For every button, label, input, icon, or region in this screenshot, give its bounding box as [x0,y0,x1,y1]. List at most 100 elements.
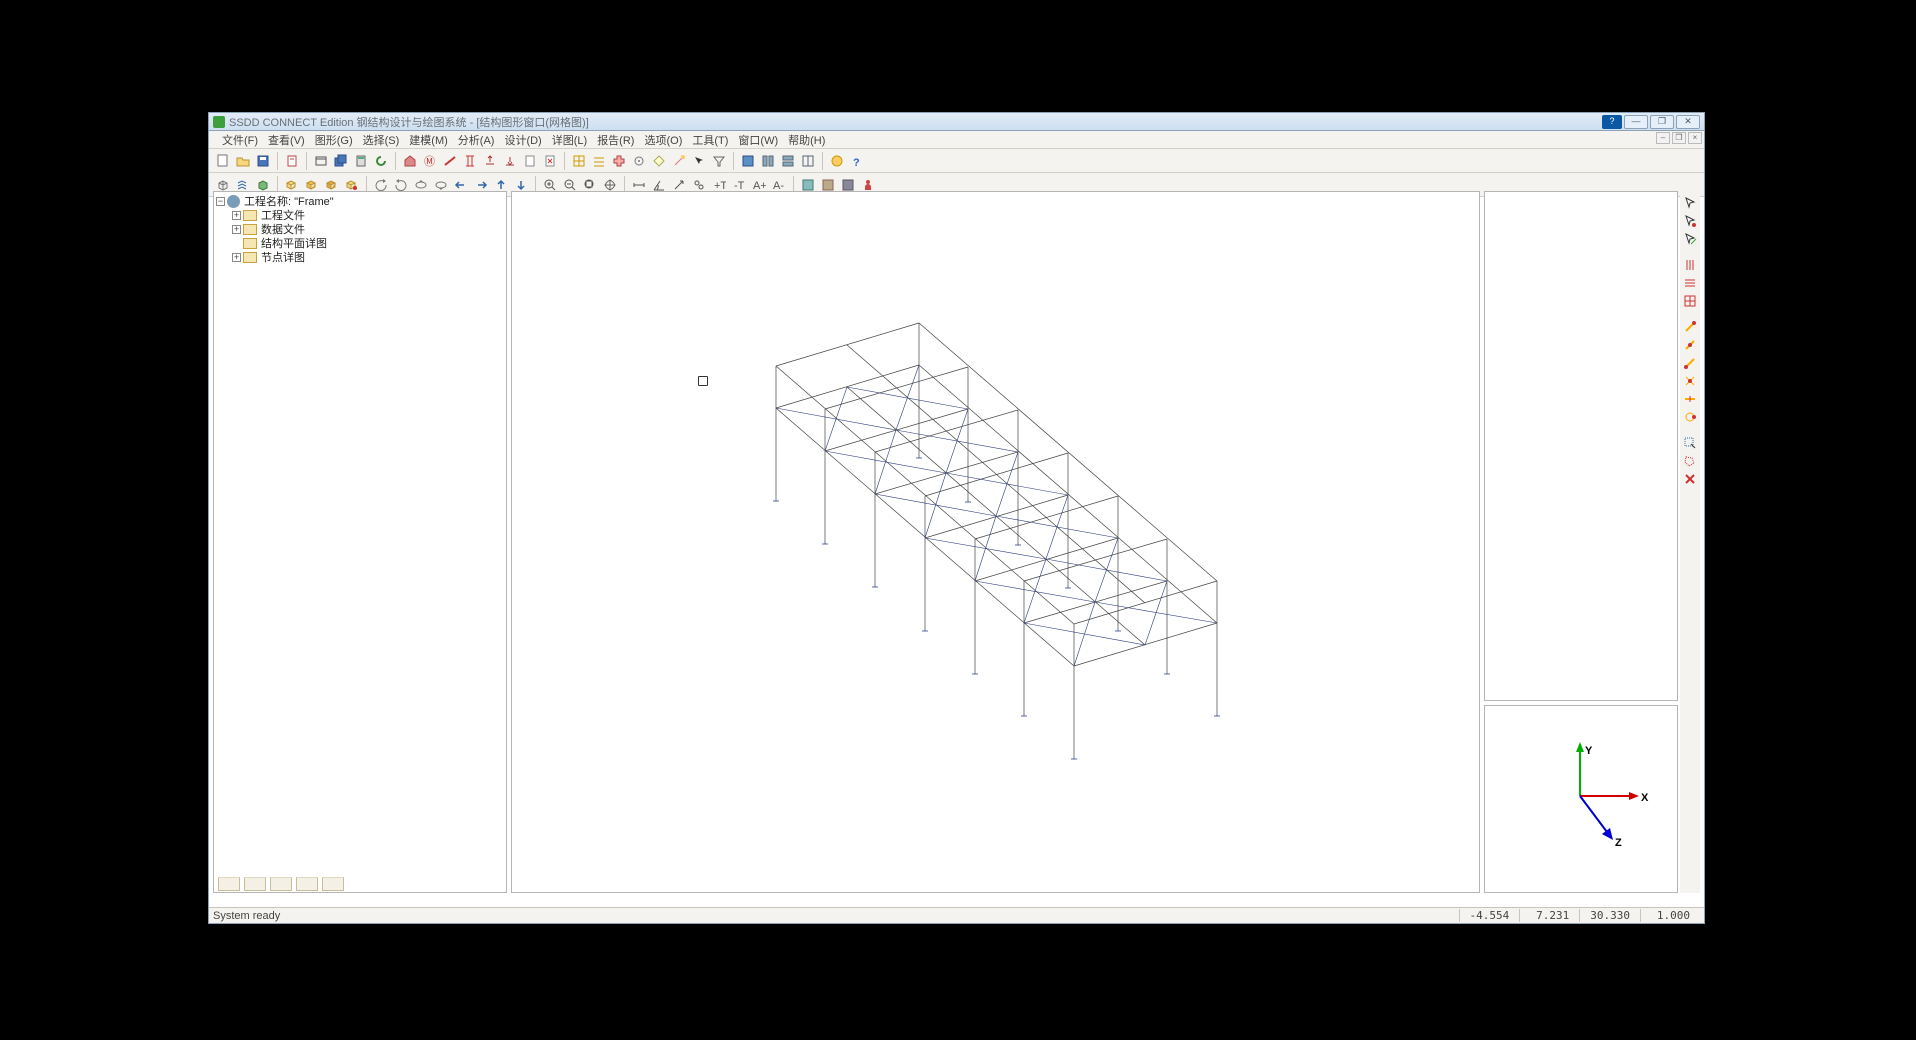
tree-collapse-icon[interactable]: − [216,197,225,206]
home-icon[interactable] [401,152,419,170]
menu-graphics[interactable]: 图形(G) [310,132,358,148]
app-window: SSDD CONNECT Edition 钢结构设计与绘图系统 - [结构图形窗… [208,112,1705,924]
folder-icon [243,210,257,221]
mdi-close[interactable]: × [1688,132,1702,144]
tree-item-label[interactable]: 节点详图 [261,249,305,265]
alignh-icon[interactable] [1682,275,1698,291]
menu-design[interactable]: 设计(D) [499,132,546,148]
pointer-node-icon[interactable] [1682,213,1698,229]
model-viewport[interactable] [511,191,1480,893]
menu-window[interactable]: 窗口(W) [733,132,783,148]
tree-tab[interactable] [218,877,240,891]
project-tree-panel: − 工程名称: "Frame" + 工程文件 + 数据文件 结构平面详图 [213,191,507,893]
filter-icon[interactable] [710,152,728,170]
sheet-x-icon[interactable] [541,152,559,170]
grid-icon[interactable] [570,152,588,170]
tag-icon[interactable] [650,152,668,170]
select-poly-icon[interactable] [1682,453,1698,469]
snap3-icon[interactable] [1682,355,1698,371]
statusbar: System ready -4.554 7.231 30.330 1.000 [209,907,1704,923]
menu-select[interactable]: 选择(S) [358,132,405,148]
svg-text:Y: Y [1585,745,1593,757]
maximize-button[interactable]: ❐ [1650,115,1674,129]
isect-icon[interactable] [610,152,628,170]
red-mark-icon[interactable]: Ⓜ [421,152,439,170]
menu-options[interactable]: 选项(O) [639,132,687,148]
menu-detail[interactable]: 详图(L) [547,132,592,148]
pick-icon[interactable] [690,152,708,170]
svg-text:+T: +T [714,180,726,192]
tile-icon[interactable] [759,152,777,170]
svg-text:Ⓜ: Ⓜ [424,155,435,168]
mdi-restore[interactable]: ❐ [1672,132,1686,144]
snap2-icon[interactable] [1682,337,1698,353]
pointer-icon[interactable] [1682,195,1698,211]
about-icon[interactable] [828,152,846,170]
snap1-icon[interactable] [1682,319,1698,335]
level-icon[interactable] [590,152,608,170]
tree-expand-icon[interactable]: + [232,211,241,220]
tree-expand-icon[interactable]: + [232,225,241,234]
tree-tab[interactable] [296,877,318,891]
panel-icon[interactable] [739,152,757,170]
menu-model[interactable]: 建模(M) [404,132,453,148]
tree-tab[interactable] [322,877,344,891]
sheet-icon[interactable] [521,152,539,170]
axis-indicator-panel: Y X Z [1484,705,1678,893]
alignv-icon[interactable] [1682,257,1698,273]
menu-analysis[interactable]: 分析(A) [453,132,500,148]
new-icon[interactable] [214,152,232,170]
menubar: 文件(F) 查看(V) 图形(G) 选择(S) 建模(M) 分析(A) 设计(D… [209,131,1704,149]
beam-icon[interactable] [441,152,459,170]
status-scale: 1.000 [1640,909,1700,922]
folder-icon [243,238,257,249]
save-all-icon[interactable] [332,152,350,170]
mdi-minimize[interactable]: – [1656,132,1670,144]
svg-text:-T: -T [734,180,745,192]
select-box-icon[interactable] [1682,435,1698,451]
status-coord-x: -4.554 [1459,909,1520,922]
status-coord-z: 30.330 [1579,909,1640,922]
status-coord-y: 7.231 [1519,909,1579,922]
svg-text:A-: A- [773,180,784,192]
delete-icon[interactable] [1682,471,1698,487]
menu-report[interactable]: 报告(R) [592,132,639,148]
svg-text:A+: A+ [753,180,766,192]
menu-help[interactable]: 帮助(H) [783,132,830,148]
properties-panel [1484,191,1678,701]
menu-tools[interactable]: 工具(T) [687,132,733,148]
snap4-icon[interactable] [1682,373,1698,389]
vsplit-icon[interactable] [799,152,817,170]
refresh-icon[interactable] [372,152,390,170]
tree-tab[interactable] [270,877,292,891]
load-up-icon[interactable] [481,152,499,170]
open-icon[interactable] [234,152,252,170]
pointer-edge-icon[interactable] [1682,231,1698,247]
snap5-icon[interactable] [1682,391,1698,407]
structure-model [512,192,1482,892]
close-button[interactable]: ✕ [1676,115,1700,129]
folder-icon [243,252,257,263]
calc-icon[interactable] [352,152,370,170]
save-icon[interactable] [254,152,272,170]
wand-icon[interactable] [670,152,688,170]
menu-file[interactable]: 文件(F) [217,132,263,148]
minimize-button[interactable]: — [1624,115,1648,129]
help-icon[interactable]: ? [848,152,866,170]
svg-text:Z: Z [1615,837,1622,849]
column-icon[interactable] [461,152,479,170]
svg-text:?: ? [853,157,860,168]
support-icon[interactable] [501,152,519,170]
grid2-icon[interactable] [1682,293,1698,309]
help-button[interactable]: ? [1602,115,1622,129]
report-icon[interactable] [283,152,301,170]
axis-triad: Y X Z [1485,706,1675,890]
tree-expand-icon[interactable]: + [232,253,241,262]
hsplit-icon[interactable] [779,152,797,170]
snap6-icon[interactable] [1682,409,1698,425]
tree-tab[interactable] [244,877,266,891]
status-message: System ready [213,910,1459,922]
window-icon[interactable] [312,152,330,170]
ident-icon[interactable] [630,152,648,170]
menu-view[interactable]: 查看(V) [263,132,310,148]
